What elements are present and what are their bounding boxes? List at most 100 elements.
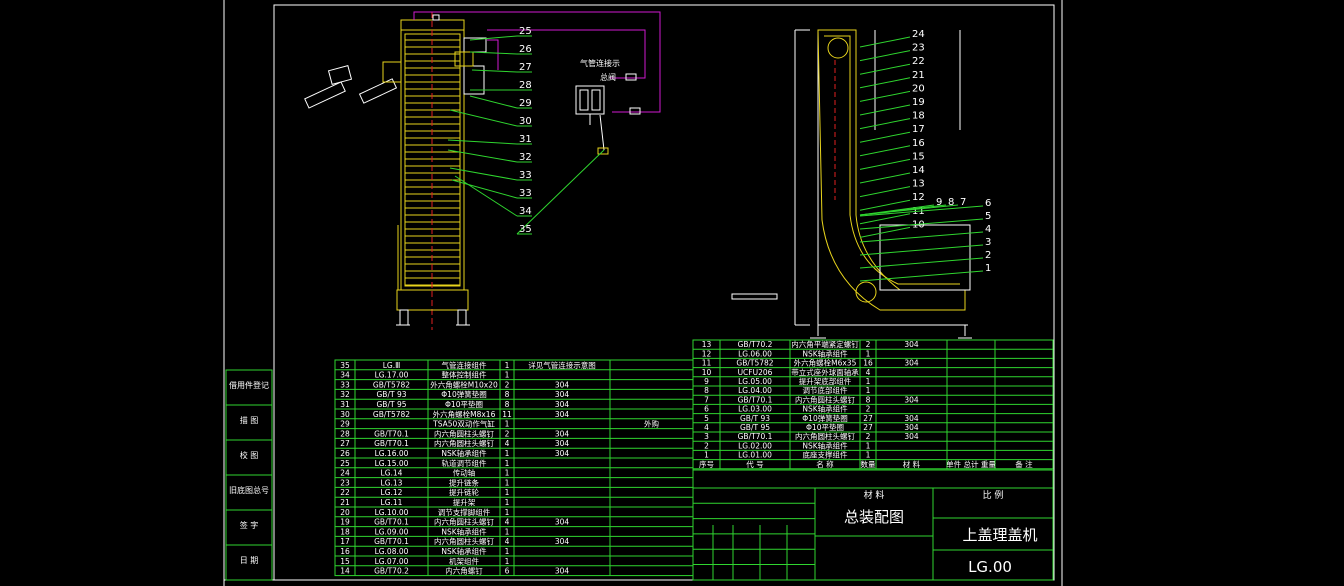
side-callout-label: 12 xyxy=(912,192,925,203)
bom-cell: 1 xyxy=(505,488,510,497)
bom-cell: 17 xyxy=(340,537,350,546)
front-callout-leader xyxy=(469,51,518,55)
bom-cell: 23 xyxy=(340,478,350,487)
bom-cell: 1 xyxy=(866,377,871,386)
bom-cell: 外六角螺栓M8x16 xyxy=(433,409,496,419)
side-callout-label: 4 xyxy=(985,224,991,235)
bom-cell: 25 xyxy=(340,459,350,468)
bom-cell: 304 xyxy=(904,414,919,423)
bom-cell: GB/T70.2 xyxy=(738,340,773,349)
bom-header-cell: 材 料 xyxy=(903,459,921,469)
bom-cell: 提升链条 xyxy=(449,477,479,487)
side-callout-leader xyxy=(859,226,911,238)
front-callout-label: 35 xyxy=(519,224,532,235)
bom-cell: 内六角圆柱头螺钉 xyxy=(795,394,855,404)
bom-cell: NSK轴承组件 xyxy=(441,546,487,556)
bom-cell: 20 xyxy=(340,508,350,517)
bom-cell: Φ10弹簧垫圈 xyxy=(441,389,486,399)
side-callout-leader xyxy=(859,118,911,130)
bom-cell: 10 xyxy=(702,368,712,377)
air-piping: 气管连接示 总阀 xyxy=(413,11,661,155)
bom-cell: LG.06.00 xyxy=(738,349,772,358)
bom-cell: 304 xyxy=(555,429,570,438)
side-callout-label: 24 xyxy=(912,29,925,40)
bom-cell: 21 xyxy=(340,498,350,507)
bom-cell: 提升链轮 xyxy=(449,487,479,497)
bom-header-cell: 单件 总计 重量 xyxy=(946,459,996,469)
bom-header-cell: 序号 xyxy=(699,459,714,469)
front-callout-leader xyxy=(471,69,518,73)
bom-cell: GB/T 95 xyxy=(377,400,407,409)
bom-cell: 内六角圆柱头螺钉 xyxy=(795,431,855,441)
side-callout-label: 7 xyxy=(960,197,966,208)
bom-cell: 304 xyxy=(555,518,570,527)
bom-cell: GB/T 93 xyxy=(740,414,770,423)
bom-header-cell: 代 号 xyxy=(746,459,763,469)
bom-cell: 9 xyxy=(704,377,709,386)
bom-cell: 2 xyxy=(505,429,510,438)
bom-cell: 轨道调节组件 xyxy=(442,458,487,468)
front-callout-label: 31 xyxy=(519,134,532,145)
bom-cell: LG.05.00 xyxy=(738,377,772,386)
side-callout-label: 14 xyxy=(912,165,925,176)
bom-cell: 22 xyxy=(340,488,350,497)
bom-cell: 8 xyxy=(505,400,510,409)
side-callout-label: 5 xyxy=(985,211,991,222)
front-callout-label: 25 xyxy=(519,26,532,37)
bom-cell: 304 xyxy=(555,410,570,419)
side-callout-leader xyxy=(859,77,911,89)
side-callout-label: 15 xyxy=(912,151,925,162)
bom-cell: 27 xyxy=(340,439,350,448)
side-callout-leader xyxy=(859,104,911,116)
bom-cell: 16 xyxy=(340,547,350,556)
bom-cell: Φ10弹簧垫圈 xyxy=(802,413,847,423)
bom-cell: 1 xyxy=(505,527,510,536)
bom-cell: 1 xyxy=(505,361,510,370)
front-callout-leader xyxy=(469,95,518,109)
bom-cell: 2 xyxy=(704,441,709,450)
bom-cell: 提升架底部组件 xyxy=(799,376,852,386)
bom-cell: 13 xyxy=(702,340,712,349)
bom-cell: 1 xyxy=(866,349,871,358)
front-callout-label: 29 xyxy=(519,98,532,109)
bom-cell: 6 xyxy=(704,405,709,414)
side-callout-leader xyxy=(859,145,911,157)
bom-cell: 外六角螺栓M10x20 xyxy=(430,379,498,389)
bom-cell: GB/T70.1 xyxy=(374,429,409,438)
bom-cell: 28 xyxy=(340,429,350,438)
side-registration-label: 借用件登记 xyxy=(229,380,269,390)
bom-cell: UCFU206 xyxy=(738,368,773,377)
side-callout-label: 17 xyxy=(912,124,925,135)
bom-cell: 1 xyxy=(505,478,510,487)
front-view xyxy=(304,12,487,330)
side-callout-label: 21 xyxy=(912,70,925,81)
front-callout-label: 32 xyxy=(519,152,532,163)
bom-cell: LG.Ⅲ xyxy=(383,361,401,370)
bom-cell: GB/T70.1 xyxy=(374,537,409,546)
side-callout-label: 2 xyxy=(985,250,991,261)
bom-cell: LG.02.00 xyxy=(738,441,772,450)
bom-cell: 304 xyxy=(555,400,570,409)
drawing-number: LG.00 xyxy=(968,558,1012,576)
bom-cell: 304 xyxy=(555,537,570,546)
bom-cell: 外购 xyxy=(644,419,659,429)
side-registration-label: 校 图 xyxy=(240,450,259,460)
bom-cell: LG.04.00 xyxy=(738,386,772,395)
bom-cell: GB/T5782 xyxy=(736,359,773,368)
bom-cell: 30 xyxy=(340,410,350,419)
side-callout-label: 19 xyxy=(912,97,925,108)
bom-cell: 提升架 xyxy=(453,497,476,507)
bom-cell: 1 xyxy=(505,420,510,429)
bom-cell: 内六角螺钉 xyxy=(445,566,483,576)
bom-cell: 1 xyxy=(505,469,510,478)
bom-cell: 35 xyxy=(340,361,350,370)
left-bom-table: 35 LG.Ⅲ 气管连接组件 1 详见气管连接示意图 34 LG.17.00 整体控制组件 1 3… xyxy=(334,359,694,577)
bom-cell: NSK轴承组件 xyxy=(802,404,848,414)
bom-cell: 304 xyxy=(904,432,919,441)
bom-cell: LG.07.00 xyxy=(375,557,409,566)
bom-cell: 2 xyxy=(505,380,510,389)
bom-cell: 调节底部组件 xyxy=(803,385,848,395)
bom-cell: LG.03.00 xyxy=(738,405,772,414)
bom-cell: 4 xyxy=(505,439,510,448)
bom-header-cell: 名 称 xyxy=(816,459,834,469)
